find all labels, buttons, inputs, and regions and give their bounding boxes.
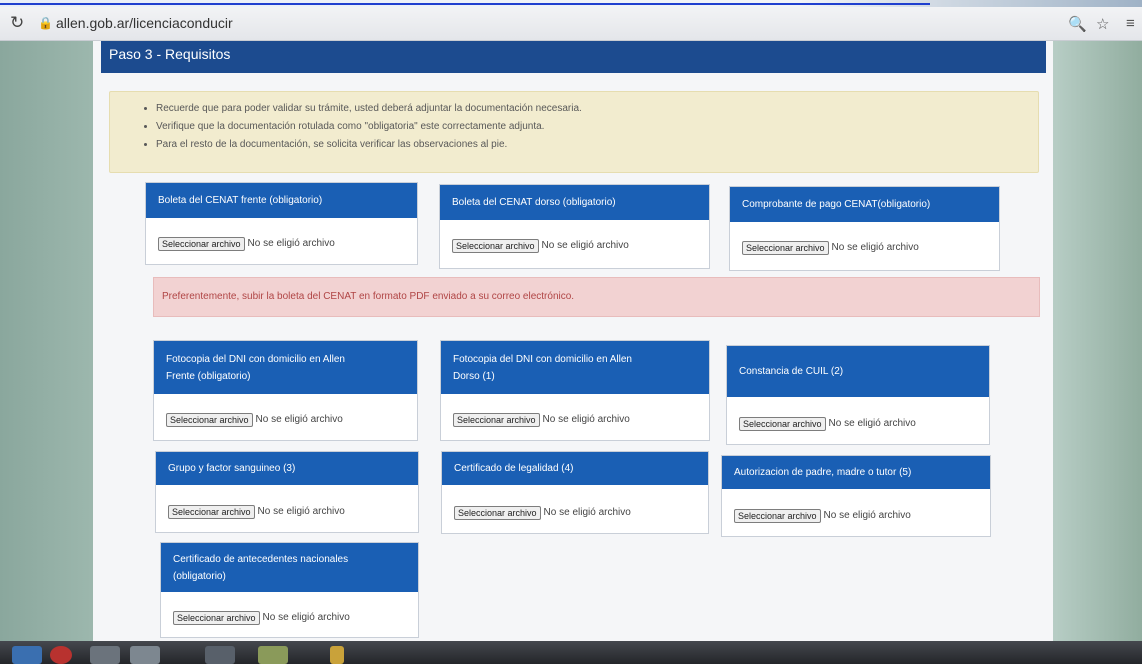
select-file-button[interactable]: Seleccionar archivo [739, 416, 826, 431]
card-title-line: Autorizacion de padre, madre o tutor (5) [734, 467, 912, 478]
file-input[interactable]: Seleccionar archivo No se eligió archivo [158, 235, 335, 253]
select-file-button[interactable]: Seleccionar archivo [168, 504, 255, 519]
file-input[interactable]: Seleccionar archivo No se eligió archivo [742, 239, 919, 257]
file-status: No se eligió archivo [823, 510, 911, 522]
card-title: Boleta del CENAT frente (obligatorio) [146, 183, 417, 218]
select-file-button[interactable]: Seleccionar archivo [166, 412, 253, 427]
card-title-line: Boleta del CENAT dorso (obligatorio) [452, 197, 616, 208]
notice-box: Recuerde que para poder validar su trámi… [109, 91, 1039, 173]
file-input[interactable]: Seleccionar archivo No se eligió archivo [452, 237, 629, 255]
link-highlight-bar [0, 3, 930, 5]
upload-card-cenat-dorso: Boleta del CENAT dorso (obligatorio) Sel… [439, 184, 710, 269]
card-title: Certificado de antecedentes nacionales (… [161, 543, 418, 592]
app-icon[interactable] [205, 646, 235, 664]
file-status: No se eligió archivo [542, 414, 630, 426]
select-file-button[interactable]: Seleccionar archivo [454, 505, 541, 520]
select-file-button[interactable]: Seleccionar archivo [173, 610, 260, 625]
card-title-line: Comprobante de pago CENAT(obligatorio) [742, 199, 931, 210]
app-icon[interactable] [330, 646, 344, 664]
upload-card-dni-frente: Fotocopia del DNI con domicilio en Allen… [153, 340, 418, 441]
card-title: Constancia de CUIL (2) [727, 346, 989, 397]
star-icon[interactable]: ☆ [1096, 15, 1109, 33]
file-input[interactable]: Seleccionar archivo No se eligió archivo [739, 415, 916, 433]
app-icon[interactable] [258, 646, 288, 664]
file-input[interactable]: Seleccionar archivo No se eligió archivo [453, 411, 630, 429]
card-title-line: Certificado de legalidad (4) [454, 463, 574, 474]
select-file-button[interactable]: Seleccionar archivo [742, 240, 829, 255]
os-taskbar [0, 641, 1142, 664]
file-status: No se eligió archivo [541, 240, 629, 252]
file-input[interactable]: Seleccionar archivo No se eligió archivo [454, 504, 631, 522]
select-file-button[interactable]: Seleccionar archivo [453, 412, 540, 427]
file-status: No se eligió archivo [257, 506, 345, 518]
card-title: Certificado de legalidad (4) [442, 452, 708, 485]
file-status: No se eligió archivo [262, 612, 350, 624]
window-top-strip [0, 0, 1142, 7]
page-viewport: Paso 3 - Requisitos Recuerde que para po… [0, 41, 1142, 641]
zoom-icon[interactable]: 🔍 [1068, 15, 1087, 33]
notice-item: Recuerde que para poder validar su trámi… [156, 100, 1038, 118]
file-status: No se eligió archivo [543, 507, 631, 519]
url-text[interactable]: allen.gob.ar/licenciaconducir [56, 15, 233, 31]
card-title-line: Frente (obligatorio) [166, 370, 251, 382]
lock-icon[interactable]: 🔒 [38, 16, 53, 30]
upload-card-certificado-legalidad: Certificado de legalidad (4) Seleccionar… [441, 451, 709, 534]
upload-card-dni-dorso: Fotocopia del DNI con domicilio en Allen… [440, 340, 710, 441]
select-file-button[interactable]: Seleccionar archivo [734, 508, 821, 523]
reload-icon[interactable]: ↻ [10, 13, 24, 33]
card-title-line: Fotocopia del DNI con domicilio en Allen [453, 353, 632, 365]
card-title-line: Fotocopia del DNI con domicilio en Allen [166, 353, 345, 365]
browser-address-bar: ↻ 🔒 allen.gob.ar/licenciaconducir 🔍 ☆ ≡ [0, 7, 1142, 41]
file-input[interactable]: Seleccionar archivo No se eligió archivo [734, 507, 911, 525]
card-title: Boleta del CENAT dorso (obligatorio) [440, 185, 709, 220]
card-title-line: (obligatorio) [173, 570, 226, 582]
file-input[interactable]: Seleccionar archivo No se eligió archivo [168, 503, 345, 521]
upload-card-cenat-frente: Boleta del CENAT frente (obligatorio) Se… [145, 182, 418, 265]
select-file-button[interactable]: Seleccionar archivo [158, 236, 245, 251]
upload-card-comprobante-pago: Comprobante de pago CENAT(obligatorio) S… [729, 186, 1000, 271]
start-icon[interactable] [12, 646, 42, 664]
upload-card-antecedentes: Certificado de antecedentes nacionales (… [160, 542, 419, 638]
page-container: Paso 3 - Requisitos Recuerde que para po… [93, 41, 1053, 641]
card-title: Fotocopia del DNI con domicilio en Allen… [441, 341, 709, 394]
menu-icon[interactable]: ≡ [1126, 15, 1135, 32]
card-title-line: Constancia de CUIL (2) [739, 366, 844, 377]
file-status: No se eligió archivo [247, 238, 335, 250]
card-title: Comprobante de pago CENAT(obligatorio) [730, 187, 999, 222]
upload-card-grupo-sanguineo: Grupo y factor sanguineo (3) Seleccionar… [155, 451, 419, 533]
card-title-line: Dorso (1) [453, 370, 495, 382]
file-input[interactable]: Seleccionar archivo No se eligió archivo [173, 609, 350, 627]
app-icon[interactable] [90, 646, 120, 664]
notice-item: Para el resto de la documentación, se so… [156, 136, 1038, 154]
file-status: No se eligió archivo [831, 242, 919, 254]
file-status: No se eligió archivo [255, 414, 343, 426]
card-title: Fotocopia del DNI con domicilio en Allen… [154, 341, 417, 394]
card-title-line: Certificado de antecedentes nacionales [173, 553, 349, 565]
upload-card-autorizacion-tutor: Autorizacion de padre, madre o tutor (5)… [721, 455, 991, 537]
app-icon[interactable] [50, 646, 72, 664]
step-header: Paso 3 - Requisitos [101, 41, 1046, 73]
notice-item: Verifique que la documentación rotulada … [156, 118, 1038, 136]
card-title-line: Boleta del CENAT frente (obligatorio) [158, 195, 323, 206]
app-icon[interactable] [130, 646, 160, 664]
file-status: No se eligió archivo [828, 418, 916, 430]
upload-card-cuil: Constancia de CUIL (2) Seleccionar archi… [726, 345, 990, 445]
file-input[interactable]: Seleccionar archivo No se eligió archivo [166, 411, 343, 429]
card-title: Autorizacion de padre, madre o tutor (5) [722, 456, 990, 489]
cenat-warning: Preferentemente, subir la boleta del CEN… [153, 277, 1040, 317]
select-file-button[interactable]: Seleccionar archivo [452, 238, 539, 253]
card-title: Grupo y factor sanguineo (3) [156, 452, 418, 485]
card-title-line: Grupo y factor sanguineo (3) [168, 463, 296, 474]
